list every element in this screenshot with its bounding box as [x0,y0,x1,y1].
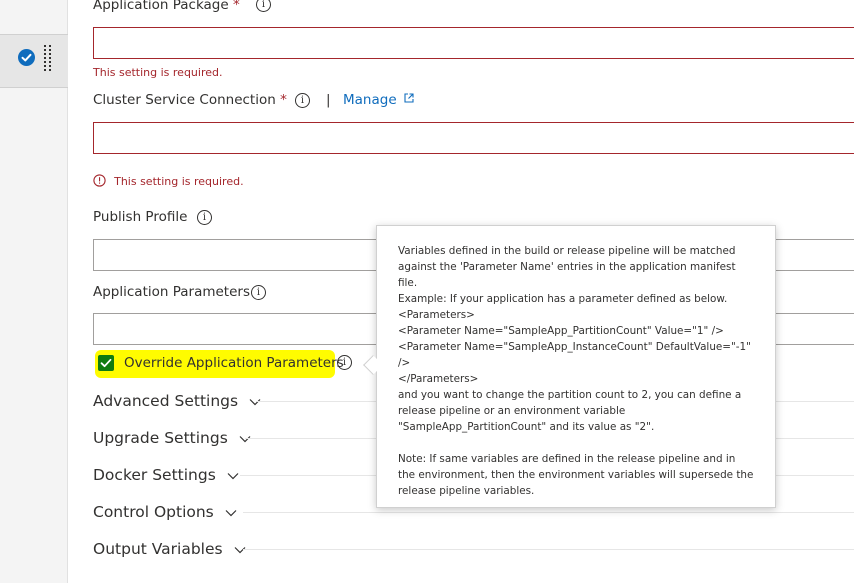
drag-handle-icon[interactable] [44,44,52,72]
tooltip-text: Example: If your application has a param… [398,293,728,305]
cluster-connection-label-text: Cluster Service Connection [93,92,276,108]
required-mark: * [232,0,240,13]
info-icon[interactable]: i [251,285,266,300]
section-title: Control Options [93,503,214,521]
required-mark: * [280,92,287,108]
docker-settings-section[interactable]: Docker Settings [93,466,239,484]
separator: | [326,92,331,108]
chevron-down-icon [227,472,239,479]
error-icon [93,174,106,187]
application-package-error: This setting is required. [93,66,223,79]
tooltip-gap [398,435,755,451]
cluster-connection-error-row: This setting is required. [93,170,244,189]
output-variables-section[interactable]: Output Variables [93,540,246,558]
section-title: Docker Settings [93,466,216,484]
tooltip-code: </Parameters> [398,373,479,385]
manage-link[interactable]: Manage [343,92,414,108]
section-title: Advanced Settings [93,392,239,410]
application-package-label-text: Application Package [93,0,229,13]
manage-link-label: Manage [343,92,397,108]
section-title: Upgrade Settings [93,429,228,447]
tooltip-text: and you want to change the partition cou… [398,389,745,433]
info-tooltip: Variables defined in the build or releas… [376,225,776,508]
section-title: Output Variables [93,540,223,558]
override-parameters-checkbox[interactable] [98,355,114,371]
tooltip-code: <Parameter Name="SampleApp_InstanceCount… [398,341,755,369]
info-icon[interactable]: i [197,210,212,225]
info-icon[interactable]: i [295,93,310,108]
advanced-settings-section[interactable]: Advanced Settings [93,392,261,410]
checkmark-icon [100,358,112,368]
section-divider [243,512,854,513]
publish-profile-label: Publish Profile [93,209,188,225]
info-icon[interactable]: i [256,0,271,12]
tooltip-code: <Parameters> [398,309,475,321]
upgrade-settings-section[interactable]: Upgrade Settings [93,429,251,447]
application-parameters-label: Application Parameters [93,284,250,300]
control-options-section[interactable]: Control Options [93,503,237,521]
cluster-connection-input[interactable] [93,122,854,154]
tooltip-text: Variables defined in the build or releas… [398,245,739,289]
task-enabled-check-icon [18,49,35,66]
cluster-connection-label: Cluster Service Connection * [93,92,287,108]
application-package-label: Application Package * [93,0,240,13]
tooltip-note: Note: If same variables are defined in t… [398,453,757,497]
selected-task-row[interactable] [0,34,68,88]
info-icon[interactable]: i [337,355,352,370]
application-package-input[interactable] [93,27,854,59]
tooltip-code: <Parameter Name="SampleApp_PartitionCoun… [398,325,724,337]
task-list-panel [0,0,68,583]
override-parameters-label[interactable]: Override Application Parameters [124,355,344,371]
chevron-down-icon [225,509,237,516]
section-divider [243,549,854,550]
cluster-connection-error: This setting is required. [114,175,244,188]
external-link-icon [404,93,414,103]
